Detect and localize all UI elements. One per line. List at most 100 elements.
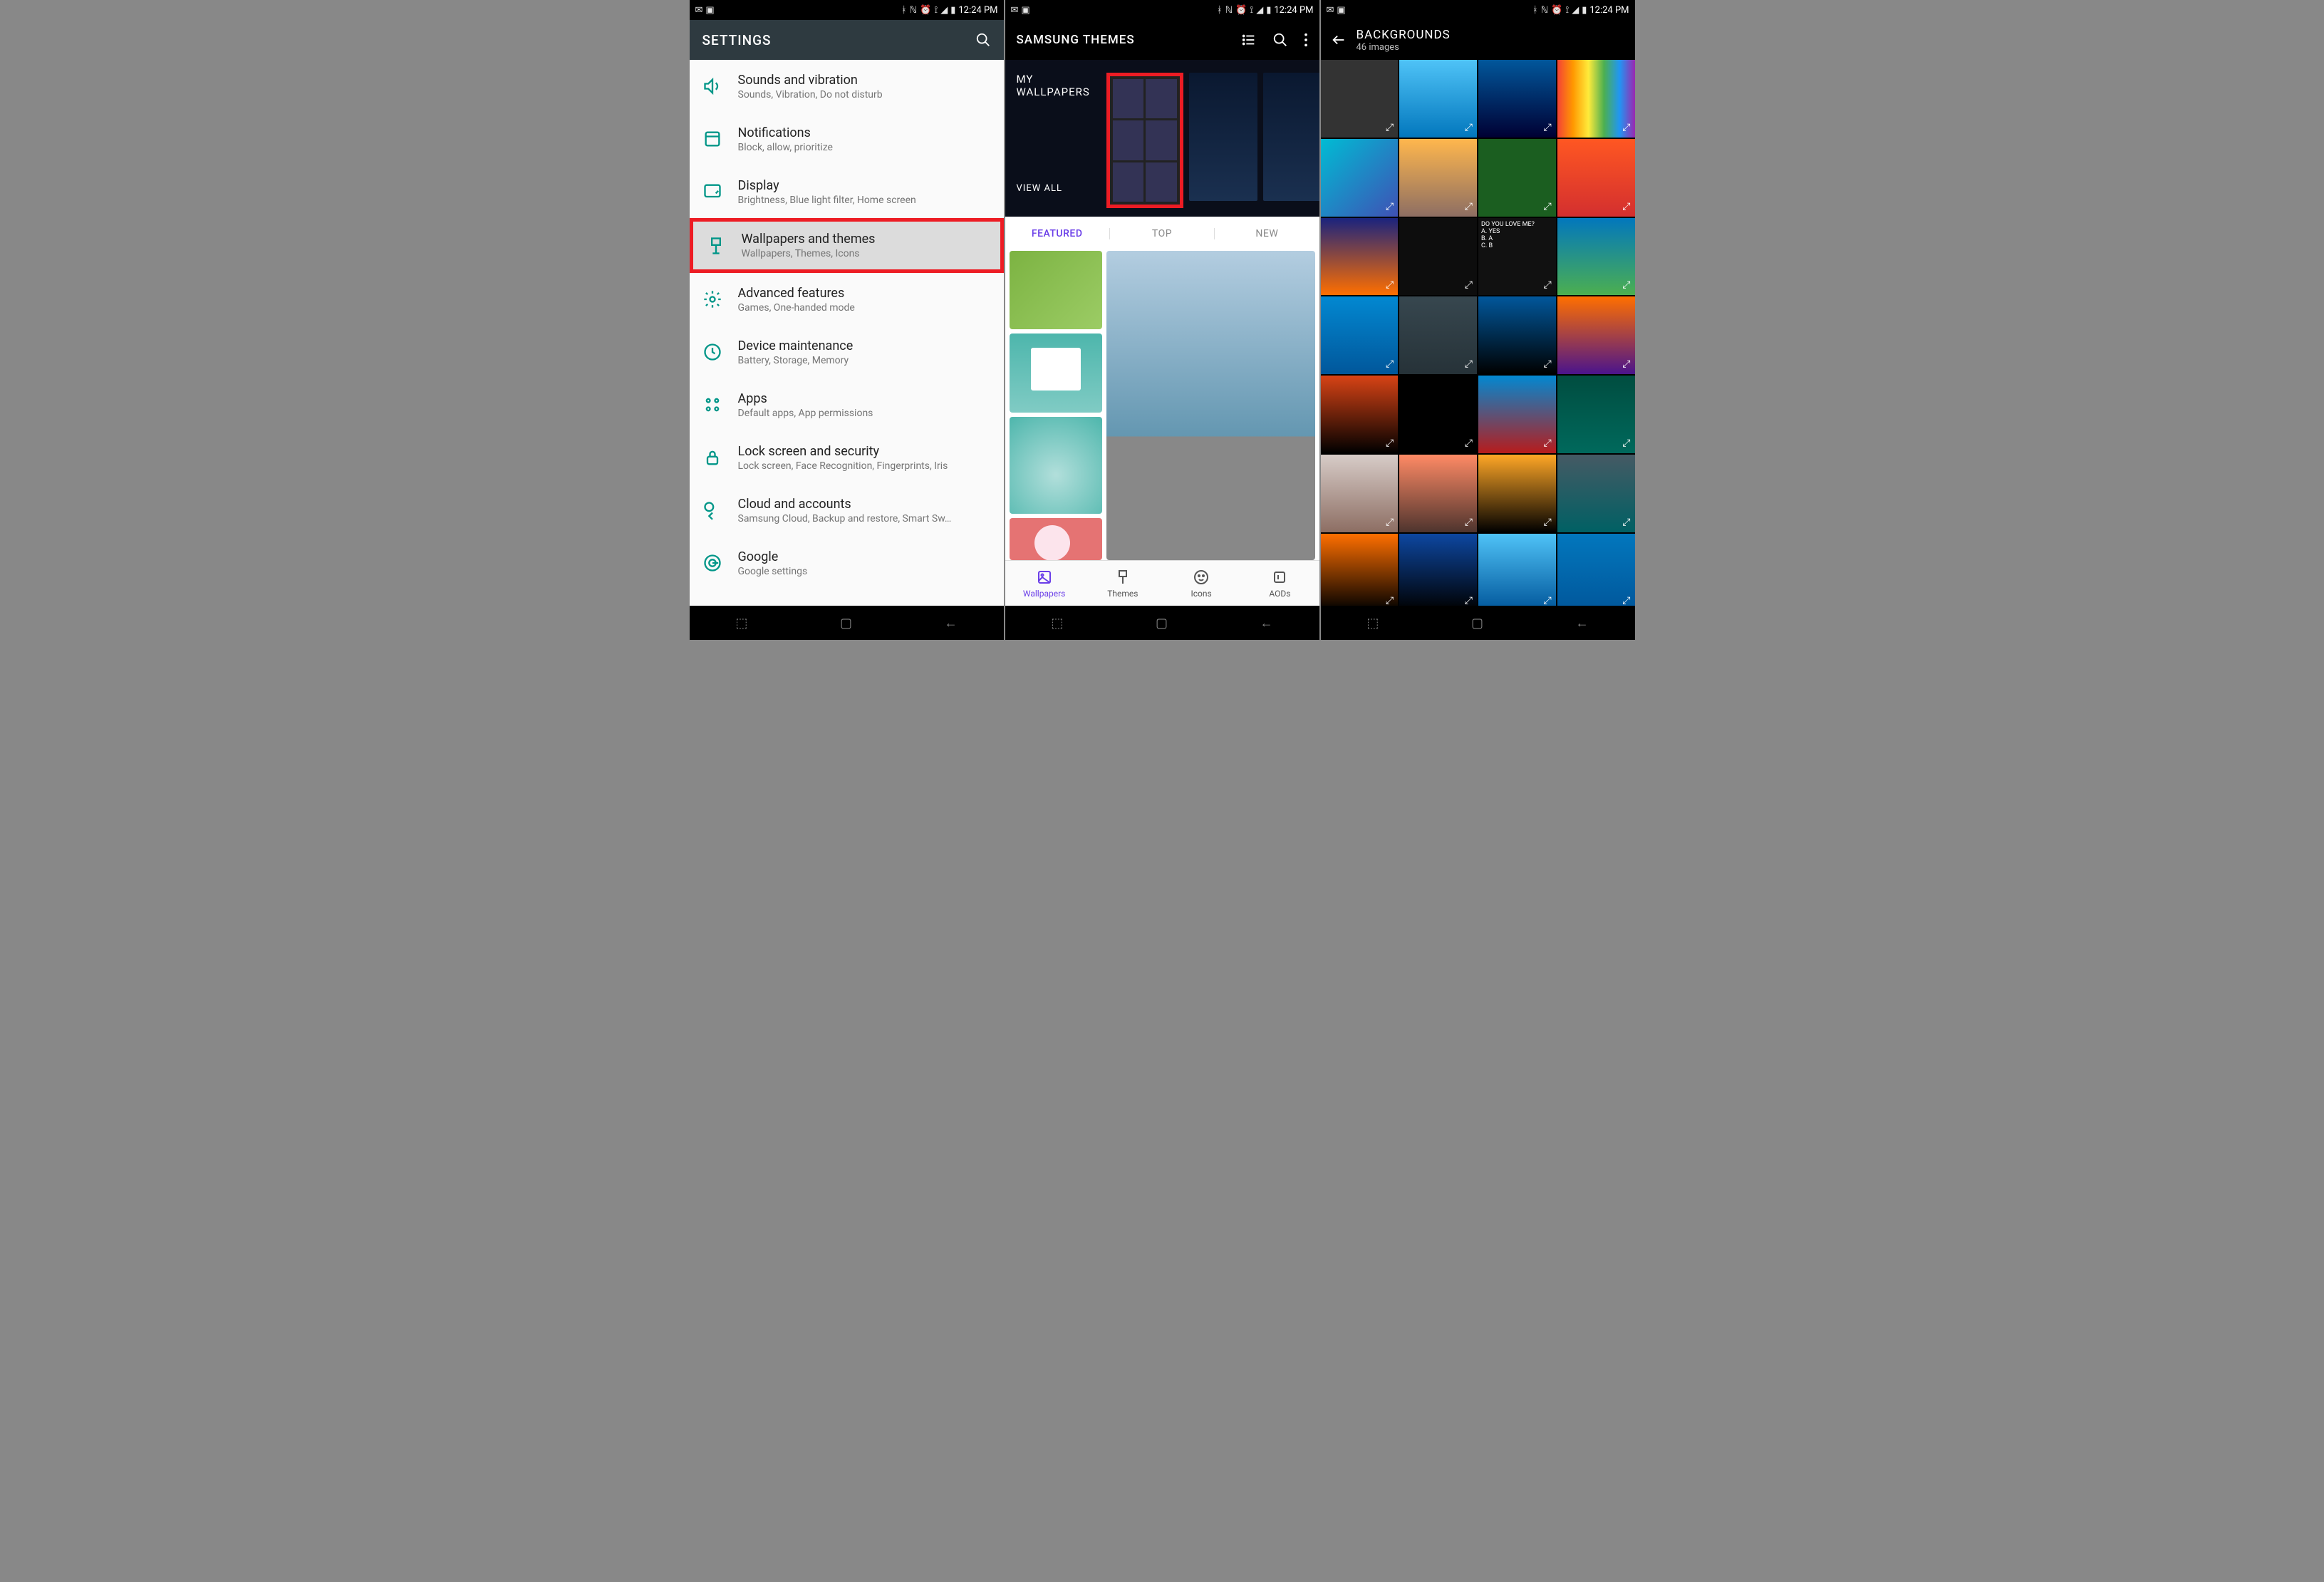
bg-thumb[interactable]: ⤢ (1321, 296, 1399, 374)
bg-thumb[interactable]: ⤢ (1321, 455, 1399, 532)
tab-new[interactable]: NEW (1215, 228, 1319, 239)
row-cloud[interactable]: Cloud and accountsSamsung Cloud, Backup … (690, 484, 1004, 537)
wallpaper-icon (706, 236, 726, 256)
home-button[interactable]: ▢ (1471, 616, 1483, 631)
back-arrow-icon[interactable] (1331, 32, 1347, 48)
expand-icon: ⤢ (1544, 438, 1552, 449)
preset-wallpaper-thumb[interactable] (1263, 73, 1319, 201)
bg-thumb[interactable]: ⤢ (1557, 534, 1635, 606)
image-icon: ▣ (1337, 5, 1345, 16)
expand-icon: ⤢ (1544, 358, 1552, 370)
aods-icon (1271, 569, 1288, 586)
bg-thumb[interactable]: ⤢ (1399, 534, 1477, 606)
settings-list: Sounds and vibrationSounds, Vibration, D… (690, 60, 1004, 606)
bluetooth-icon: ᚼ (1532, 5, 1538, 16)
bottom-tabs: Wallpapers Themes Icons AODs (1005, 560, 1319, 606)
wallpaper-thumb-large[interactable] (1106, 251, 1315, 560)
backgrounds-header: BACKGROUNDS 46 images (1321, 20, 1635, 60)
bg-thumb[interactable]: ⤢ (1399, 218, 1477, 296)
row-apps[interactable]: AppsDefault apps, App permissions (690, 378, 1004, 431)
expand-icon: ⤢ (1465, 595, 1473, 606)
bg-thumb[interactable]: ⤢ (1399, 376, 1477, 453)
tab-top[interactable]: TOP (1110, 228, 1215, 239)
bg-thumb[interactable]: ⤢ (1478, 455, 1556, 532)
expand-icon: ⤢ (1622, 595, 1630, 606)
back-button[interactable]: ← (1576, 616, 1589, 631)
bg-thumb[interactable]: ⤢ (1478, 534, 1556, 606)
recents-button[interactable]: ⬚ (1366, 616, 1379, 631)
row-title: Cloud and accounts (738, 497, 991, 512)
bg-thumb[interactable]: ⤢ (1399, 296, 1477, 374)
bg-thumb[interactable]: DO YOU LOVE ME? A. YES B. A C. B ⤢ (1478, 218, 1556, 296)
alarm-icon: ⏰ (1551, 5, 1562, 16)
themes-header: SAMSUNG THEMES (1005, 20, 1319, 60)
row-title: Wallpapers and themes (742, 232, 987, 247)
bg-thumb[interactable]: ⤢ (1399, 139, 1477, 217)
row-title: Advanced features (738, 286, 991, 301)
row-wallpapers-themes[interactable]: Wallpapers and themesWallpapers, Themes,… (690, 218, 1004, 273)
list-icon[interactable] (1241, 32, 1257, 48)
icons-icon (1193, 569, 1210, 586)
signal-icon: ◢ (1256, 5, 1263, 16)
tab-label: Icons (1191, 589, 1212, 599)
row-sounds[interactable]: Sounds and vibrationSounds, Vibration, D… (690, 60, 1004, 113)
view-all-button[interactable]: VIEW ALL (1017, 183, 1095, 194)
wallpaper-thumb[interactable] (1010, 417, 1102, 514)
tile-text: DO YOU LOVE ME? (1481, 221, 1553, 228)
recents-button[interactable]: ⬚ (1051, 616, 1063, 631)
nfc-icon: ℕ (1225, 5, 1233, 16)
row-accessibility[interactable]: Accessibility (690, 589, 1004, 606)
bg-thumb[interactable]: ⤢ (1478, 139, 1556, 217)
bg-thumb[interactable]: ⤢ (1557, 139, 1635, 217)
bg-thumb[interactable]: ⤢ (1557, 376, 1635, 453)
row-display[interactable]: DisplayBrightness, Blue light filter, Ho… (690, 165, 1004, 218)
expand-icon: ⤢ (1622, 201, 1630, 212)
phone-backgrounds: ✉▣ ᚼℕ⏰⟟◢▮12:24 PM BACKGROUNDS 46 images … (1321, 0, 1635, 640)
search-icon[interactable] (1272, 32, 1288, 48)
bg-thumb[interactable]: ⤢ (1478, 296, 1556, 374)
expand-icon: ⤢ (1544, 122, 1552, 133)
tab-aods[interactable]: AODs (1240, 561, 1319, 606)
row-sub: Default apps, App permissions (738, 408, 991, 419)
image-icon: ▣ (1021, 5, 1029, 16)
row-advanced[interactable]: Advanced featuresGames, One-handed mode (690, 273, 1004, 326)
row-notifications[interactable]: NotificationsBlock, allow, prioritize (690, 113, 1004, 165)
themes-icon (1114, 569, 1131, 586)
back-button[interactable]: ← (945, 616, 958, 631)
recents-button[interactable]: ⬚ (735, 616, 747, 631)
back-button[interactable]: ← (1260, 616, 1273, 631)
bg-thumb[interactable]: ⤢ (1321, 139, 1399, 217)
bg-thumb[interactable]: ⤢ (1399, 60, 1477, 138)
tab-icons[interactable]: Icons (1162, 561, 1240, 606)
wallpaper-thumb[interactable] (1010, 518, 1102, 560)
bg-thumb[interactable]: ⤢ (1321, 534, 1399, 606)
search-icon[interactable] (975, 32, 991, 48)
tab-themes[interactable]: Themes (1084, 561, 1162, 606)
bg-thumb[interactable]: ⤢ (1557, 296, 1635, 374)
preset-wallpaper-thumb[interactable] (1189, 73, 1257, 201)
bg-thumb[interactable]: ⤢ (1557, 455, 1635, 532)
wallpaper-thumb[interactable] (1010, 251, 1102, 329)
custom-wallpaper-thumb[interactable] (1106, 73, 1183, 208)
tab-featured[interactable]: FEATURED (1005, 228, 1110, 239)
bg-thumb[interactable]: ⤢ (1557, 218, 1635, 296)
bg-thumb[interactable]: ⤢ (1557, 60, 1635, 138)
row-lockscreen[interactable]: Lock screen and securityLock screen, Fac… (690, 431, 1004, 484)
bg-thumb[interactable]: ⤢ (1321, 60, 1399, 138)
battery-icon: ▮ (1266, 5, 1271, 16)
bg-thumb[interactable]: ⤢ (1399, 455, 1477, 532)
bg-thumb[interactable]: ⤢ (1478, 376, 1556, 453)
bg-thumb[interactable]: ⤢ (1478, 60, 1556, 138)
wallpaper-thumb[interactable] (1010, 334, 1102, 412)
tab-label: AODs (1269, 589, 1290, 599)
home-button[interactable]: ▢ (840, 616, 852, 631)
bg-thumb[interactable]: ⤢ (1321, 376, 1399, 453)
tab-wallpapers[interactable]: Wallpapers (1005, 561, 1084, 606)
more-icon[interactable] (1304, 32, 1308, 48)
home-button[interactable]: ▢ (1156, 616, 1168, 631)
bg-thumb[interactable]: ⤢ (1321, 218, 1399, 296)
row-google[interactable]: GoogleGoogle settings (690, 537, 1004, 589)
row-maintenance[interactable]: Device maintenanceBattery, Storage, Memo… (690, 326, 1004, 378)
row-sub: Games, One-handed mode (738, 302, 991, 314)
tab-label: Wallpapers (1023, 589, 1065, 599)
